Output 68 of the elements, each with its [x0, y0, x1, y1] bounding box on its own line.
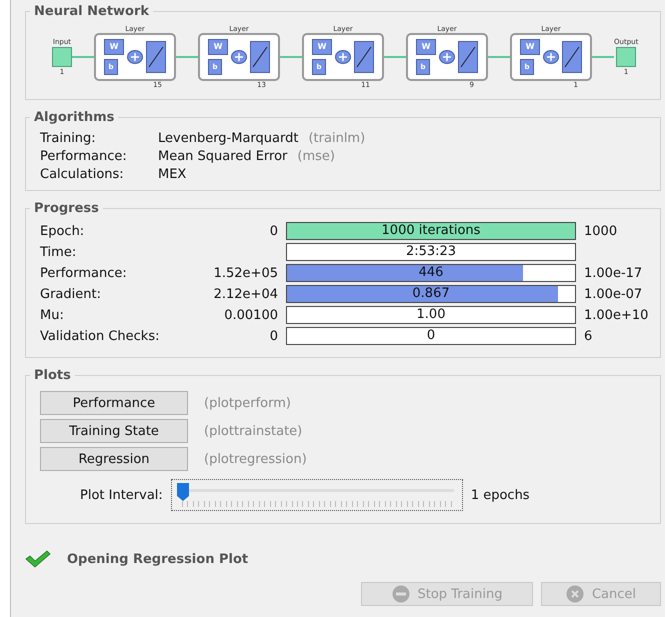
group-title: Neural Network: [33, 4, 150, 19]
progress-label: Validation Checks:: [40, 328, 160, 344]
function-name: (mse): [297, 149, 335, 164]
function-name: (plotperform): [204, 396, 291, 410]
connector-line: [384, 56, 406, 58]
algorithm-label: Calculations:: [40, 167, 125, 182]
connector-line: [488, 56, 510, 58]
algorithm-value: MEX: [158, 167, 186, 182]
progress-label: Mu:: [40, 308, 65, 322]
status-message: Opening Regression Plot: [67, 552, 248, 566]
connector-line: [176, 56, 198, 58]
progress-label: Epoch:: [40, 224, 86, 238]
progress-value: 0.867: [411, 286, 451, 302]
slider-thumb[interactable]: [176, 482, 190, 502]
plot-button[interactable]: Regression: [40, 447, 188, 471]
start-value: 1.52e+05: [214, 266, 278, 280]
algorithm-value: Levenberg-Marquardt: [158, 131, 298, 146]
function-name: (trainlm): [308, 131, 366, 146]
weight-block: W: [312, 39, 332, 55]
end-value: 6: [584, 328, 592, 344]
end-value: 1000: [584, 224, 618, 238]
function-name: (plottrainstate): [204, 424, 302, 438]
connector-line: [592, 56, 614, 58]
transfer-function-icon: [562, 41, 582, 73]
progress-value: 446: [418, 265, 444, 281]
transfer-function-icon: [354, 41, 374, 73]
start-value: 2.12e+04: [214, 286, 278, 302]
start-value: 0: [270, 328, 278, 344]
slider-label: Plot Interval:: [80, 488, 163, 502]
input-node: [52, 47, 72, 67]
end-value: 1.00e-17: [584, 266, 642, 280]
end-value: 1.00e+10: [584, 308, 648, 322]
end-value: 1.00e-07: [584, 286, 642, 302]
progress-label: Performance:: [40, 266, 128, 280]
interval-slider[interactable]: [170, 479, 463, 511]
output-node: [616, 47, 636, 67]
algorithm-label: Performance:: [40, 149, 128, 164]
weight-block: W: [520, 39, 540, 55]
plot-button[interactable]: Performance: [40, 391, 188, 415]
progress-label: Gradient:: [40, 286, 102, 302]
start-value: 0.00100: [224, 308, 278, 322]
connector-line: [280, 56, 302, 58]
stop-icon: [392, 585, 410, 603]
sum-icon: [439, 50, 455, 64]
progress-value: 1000 iterations: [380, 223, 482, 239]
slider-reading: 1 epochs: [470, 488, 530, 502]
weight-block: W: [416, 39, 436, 55]
algorithm-value: Mean Squared Error: [158, 149, 288, 164]
group-title: Algorithms: [33, 110, 116, 125]
transfer-function-icon: [458, 41, 478, 73]
close-icon: [566, 585, 584, 603]
start-value: 0: [270, 224, 278, 238]
weight-block: W: [104, 39, 124, 55]
sum-icon: [335, 50, 351, 64]
sum-icon: [127, 50, 143, 64]
algorithm-label: Training:: [40, 131, 97, 146]
group-title: Plots: [33, 368, 72, 383]
checkmark-icon: [25, 550, 51, 568]
plot-button[interactable]: Training State: [40, 419, 188, 443]
transfer-function-icon: [250, 41, 270, 73]
function-name: (plotregression): [204, 452, 307, 466]
progress-label: Time:: [40, 244, 78, 260]
connector-line: [72, 56, 94, 58]
sum-icon: [543, 50, 559, 64]
weight-block: W: [208, 39, 228, 55]
transfer-function-icon: [146, 41, 166, 73]
sum-icon: [231, 50, 247, 64]
group-title: Progress: [33, 201, 100, 216]
